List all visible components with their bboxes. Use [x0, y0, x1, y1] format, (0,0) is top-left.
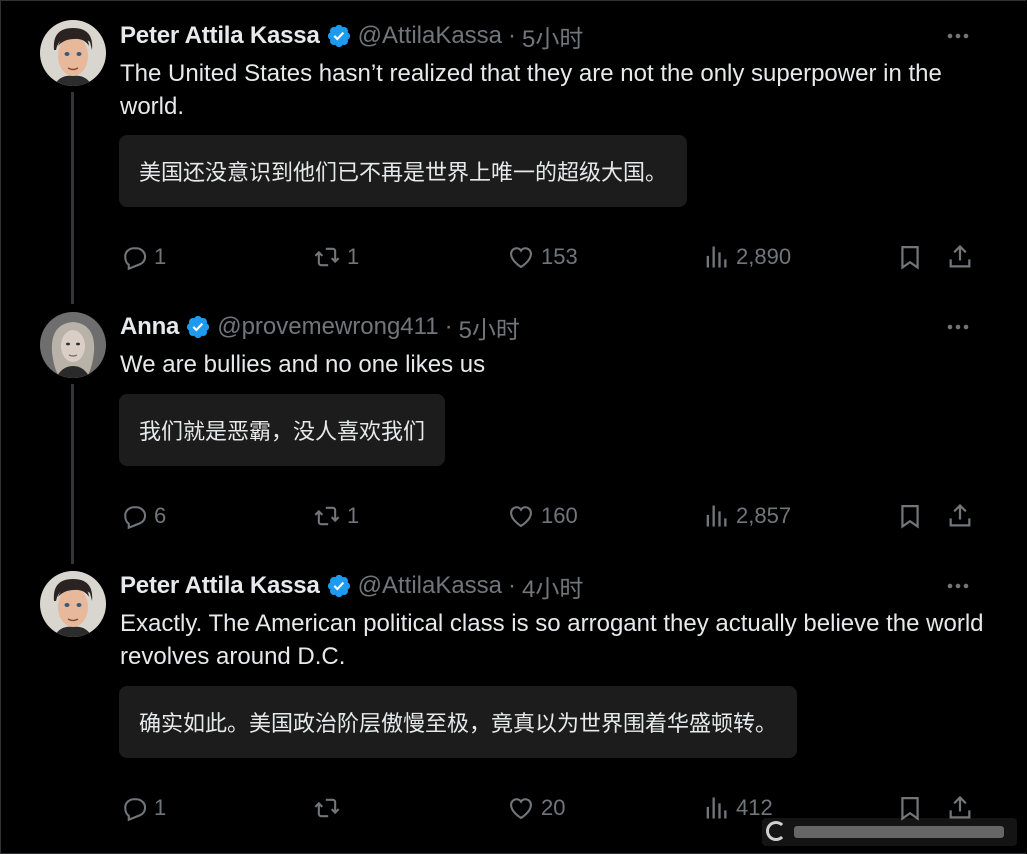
- tweet-header: Anna @provemewrong411 · 5小时: [120, 310, 520, 345]
- views-button[interactable]: 2,890: [702, 242, 791, 272]
- handle[interactable]: @AttilaKassa: [358, 22, 502, 50]
- analytics-icon: [706, 797, 727, 819]
- reply-icon: [124, 247, 147, 271]
- retweet-button[interactable]: 1: [313, 501, 359, 531]
- reply-button[interactable]: 1: [120, 242, 166, 272]
- retweet-icon: [314, 798, 340, 818]
- display-name[interactable]: Peter Attila Kassa: [120, 22, 320, 50]
- views-button[interactable]: 2,857: [702, 501, 791, 531]
- separator: ·: [444, 313, 453, 340]
- timestamp[interactable]: 4小时: [522, 569, 583, 604]
- retweet-icon: [314, 247, 340, 267]
- avatar[interactable]: [40, 571, 106, 637]
- reply-count: 1: [154, 244, 167, 269]
- cartoon-man-avatar-icon: [40, 571, 106, 637]
- timestamp[interactable]: 5小时: [522, 19, 583, 54]
- view-count: 2,857: [736, 503, 792, 528]
- bookmark-button[interactable]: [896, 242, 924, 272]
- thread-line: [71, 92, 74, 304]
- like-button[interactable]: 20: [507, 793, 565, 823]
- avatar[interactable]: [40, 312, 106, 378]
- view-count: 2,890: [736, 244, 792, 269]
- tweet-text: The United States hasn’t realized that t…: [120, 60, 942, 120]
- separator: ·: [508, 22, 517, 49]
- display-name[interactable]: Peter Attila Kassa: [120, 572, 320, 600]
- reply-icon: [124, 798, 147, 822]
- more-options-icon[interactable]: [943, 317, 973, 337]
- retweet-count: 1: [347, 503, 360, 528]
- timestamp[interactable]: 5小时: [459, 310, 520, 345]
- cartoon-man-avatar-icon: [40, 20, 106, 86]
- like-count: 160: [541, 503, 578, 528]
- heart-icon: [510, 506, 532, 528]
- share-icon: [949, 503, 971, 527]
- analytics-icon: [706, 505, 727, 527]
- bookmark-icon: [901, 245, 919, 270]
- verified-badge-icon: [185, 314, 211, 340]
- reply-count: 6: [154, 503, 167, 528]
- heart-icon: [510, 798, 532, 820]
- more-options-icon[interactable]: [943, 26, 973, 46]
- reply-icon: [124, 506, 147, 530]
- handle[interactable]: @AttilaKassa: [358, 572, 502, 600]
- watermark-overlay: [762, 818, 1017, 846]
- more-options-icon[interactable]: [943, 576, 973, 596]
- translation-box: 美国还没意识到他们已不再是世界上唯一的超级大国。: [119, 135, 688, 207]
- watermark-text-blur: [794, 826, 1004, 838]
- like-count: 153: [541, 244, 578, 269]
- translation-box: 确实如此。美国政治阶层傲慢至极，竟真以为世界围着华盛顿转。: [119, 686, 798, 758]
- tweet-header: Peter Attila Kassa @AttilaKassa · 4小时: [120, 569, 583, 604]
- like-button[interactable]: 160: [507, 501, 578, 531]
- share-icon: [949, 244, 971, 268]
- verified-badge-icon: [326, 573, 352, 599]
- analytics-icon: [706, 246, 727, 268]
- display-name[interactable]: Anna: [120, 313, 179, 341]
- translation-box: 我们就是恶霸，没人喜欢我们: [119, 394, 446, 466]
- like-count: 20: [541, 795, 566, 820]
- bookmark-button[interactable]: [896, 501, 924, 531]
- avatar[interactable]: [40, 20, 106, 86]
- tweet-actions: 6 1 160 2,857: [120, 501, 980, 531]
- bookmark-icon: [901, 504, 919, 529]
- reply-count: 1: [154, 795, 167, 820]
- share-button[interactable]: [946, 242, 974, 272]
- tweet-text: Exactly. The American political class is…: [120, 610, 984, 670]
- reply-button[interactable]: 1: [120, 793, 166, 823]
- verified-badge-icon: [326, 23, 352, 49]
- thread-line: [71, 384, 74, 564]
- retweet-icon: [314, 506, 340, 526]
- handle[interactable]: @provemewrong411: [217, 313, 438, 341]
- woman-photo-avatar-icon: [40, 312, 106, 378]
- retweet-button[interactable]: 1: [313, 242, 359, 272]
- watermark-logo-icon: [766, 821, 786, 841]
- tweet-text: We are bullies and no one likes us: [120, 351, 486, 378]
- separator: ·: [508, 572, 517, 599]
- share-button[interactable]: [946, 501, 974, 531]
- like-button[interactable]: 153: [507, 242, 578, 272]
- retweet-count: 1: [347, 244, 360, 269]
- reply-button[interactable]: 6: [120, 501, 166, 531]
- tweet-actions: 1 1 153 2,890: [120, 242, 980, 272]
- retweet-button[interactable]: [313, 793, 347, 823]
- tweet-header: Peter Attila Kassa @AttilaKassa · 5小时: [120, 19, 583, 54]
- heart-icon: [510, 247, 532, 269]
